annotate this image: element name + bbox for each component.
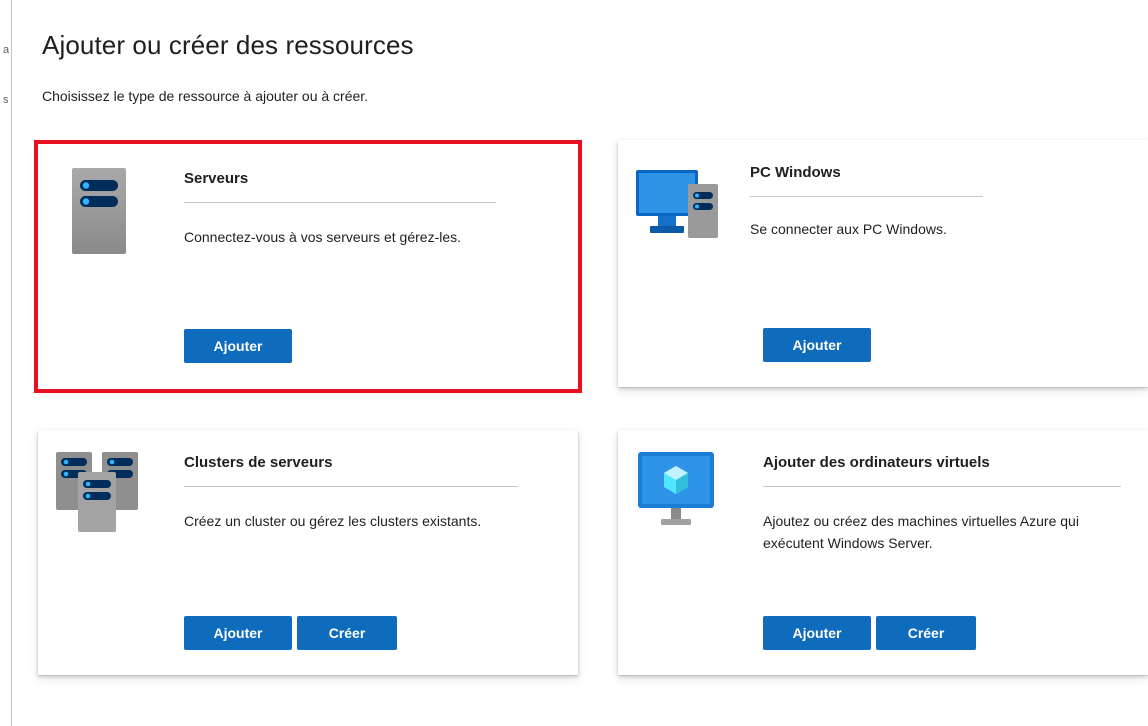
left-panel-edge: a s	[0, 0, 12, 726]
button-label: Créer	[328, 625, 366, 641]
windows-pc-icon	[636, 170, 720, 245]
card-description: Ajoutez ou créez des machines virtuelles…	[763, 513, 1079, 551]
card-title: Clusters de serveurs	[184, 454, 333, 471]
button-label: Ajouter	[792, 337, 842, 353]
button-label: Créer	[907, 625, 945, 641]
card-description: Créez un cluster ou gérez les clusters e…	[184, 513, 482, 529]
server-cluster-icon	[56, 452, 138, 537]
button-label: Ajouter	[792, 625, 842, 641]
card-description: Se connecter aux PC Windows.	[750, 221, 947, 237]
virtual-machines-create-button[interactable]: Créer	[876, 616, 976, 650]
servers-card[interactable]: Serveurs Connectez-vous à vos serveurs e…	[34, 140, 582, 393]
card-divider	[184, 486, 518, 487]
clusters-card[interactable]: Clusters de serveurs Créez un cluster ou…	[38, 430, 578, 675]
card-divider	[750, 196, 983, 197]
clusters-add-button[interactable]: Ajouter	[184, 616, 292, 650]
button-label: Ajouter	[213, 625, 263, 641]
button-label: Ajouter	[213, 338, 263, 354]
windows-pcs-add-button[interactable]: Ajouter	[763, 328, 871, 362]
server-icon	[72, 168, 126, 259]
left-panel-text-fragment: s	[3, 94, 9, 106]
servers-add-button[interactable]: Ajouter	[184, 329, 292, 363]
card-divider	[184, 202, 496, 203]
card-title: PC Windows	[750, 164, 841, 181]
card-title: Serveurs	[184, 170, 249, 187]
clusters-create-button[interactable]: Créer	[297, 616, 397, 650]
card-divider	[763, 486, 1121, 487]
page-title: Ajouter ou créer des ressources	[42, 30, 414, 60]
azure-vm-icon	[638, 452, 714, 533]
card-description: Connectez-vous à vos serveurs et gérez-l…	[184, 229, 462, 245]
card-title: Ajouter des ordinateurs virtuels	[763, 454, 990, 471]
left-panel-text-fragment: a	[3, 44, 10, 56]
virtual-machines-card[interactable]: Ajouter des ordinateurs virtuels Ajoutez…	[618, 430, 1148, 675]
virtual-machines-add-button[interactable]: Ajouter	[763, 616, 871, 650]
windows-pcs-card[interactable]: PC Windows Se connecter aux PC Windows. …	[618, 140, 1148, 387]
page-subtitle: Choisissez le type de ressource à ajoute…	[42, 88, 369, 104]
